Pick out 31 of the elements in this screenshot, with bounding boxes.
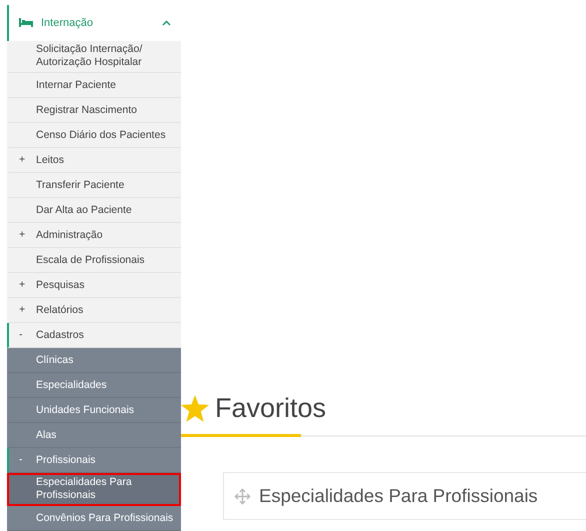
menu-item[interactable]: Internar Paciente <box>7 73 181 98</box>
menu-item[interactable]: Especialidades Para Profissionais <box>7 473 181 506</box>
expand-icon: + <box>19 228 26 242</box>
menu-item[interactable]: Clínicas <box>7 348 181 374</box>
page-title: Favoritos <box>215 393 326 424</box>
menu-item[interactable]: Transferir Paciente <box>7 173 181 198</box>
menu-item[interactable]: Registrar Nascimento <box>7 98 181 124</box>
menu-group[interactable]: + Administração <box>7 223 181 248</box>
collapse-icon: - <box>19 328 22 342</box>
menu-item[interactable]: Dar Alta ao Paciente <box>7 198 181 224</box>
collapse-icon: - <box>19 454 22 467</box>
menu-item[interactable]: Censo Diário dos Pacientes <box>7 123 181 148</box>
menu-group[interactable]: + Leitos <box>7 148 181 174</box>
expand-icon: + <box>19 278 26 292</box>
menu-item[interactable]: Unidades Funcionais <box>7 398 181 424</box>
menu-item[interactable]: Convênios Para Profissionais <box>7 506 181 531</box>
menu-item[interactable]: Especialidades <box>7 373 181 398</box>
chevron-icon <box>162 20 171 26</box>
menu-group[interactable]: - Profissionais <box>7 448 181 474</box>
bed-icon <box>19 18 33 28</box>
move-icon <box>234 488 251 504</box>
expand-icon: + <box>19 154 26 167</box>
menu-group[interactable]: - Cadastros <box>7 323 181 348</box>
expand-icon: + <box>19 304 26 317</box>
favorite-card[interactable]: Especialidades Para Profissionais <box>223 472 586 520</box>
menu-group[interactable]: + Relatórios <box>7 298 181 324</box>
menu-item[interactable]: Solicitação Internação/ Autorização Hospitalar <box>7 40 181 74</box>
menu-item[interactable]: Alas <box>7 423 181 448</box>
star-icon <box>181 395 209 422</box>
menu-group[interactable]: + Pesquisas <box>7 273 181 298</box>
menu-item[interactable]: Escala de Profissionais <box>7 248 181 274</box>
